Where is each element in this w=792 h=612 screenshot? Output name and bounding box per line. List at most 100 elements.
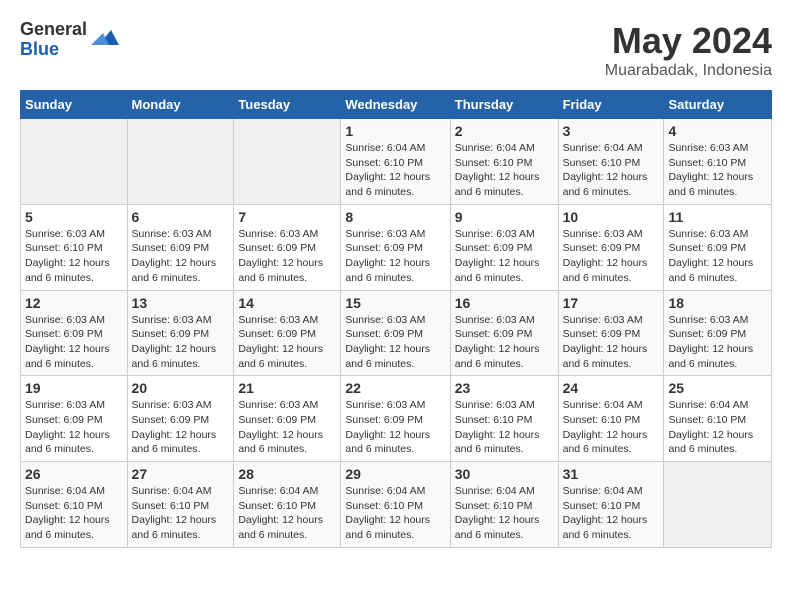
calendar-cell: 31Sunrise: 6:04 AM Sunset: 6:10 PM Dayli… [558, 462, 664, 548]
calendar-cell: 14 Sunrise: 6:03 AM Sunset: 6:09 PM Dayli… [234, 290, 341, 376]
calendar-cell: 17 Sunrise: 6:03 AM Sunset: 6:09 PM Dayli… [558, 290, 664, 376]
day-info: Sunrise: 6:03 AM Sunset: 6:09 PM Dayligh… [238, 313, 336, 372]
calendar-row-2: 12Sunrise: 6:03 AM Sunset: 6:09 PM Dayli… [21, 290, 772, 376]
calendar-cell [664, 462, 772, 548]
day-number: 7 [238, 209, 336, 225]
day-number: 28 [238, 466, 336, 482]
calendar-cell: 5Sunrise: 6:03 AM Sunset: 6:10 PM Daylig… [21, 204, 128, 290]
day-info: Sunrise: 6:04 AM Sunset: 6:10 PM Dayligh… [25, 484, 123, 543]
calendar-row-4: 26 Sunrise: 6:04 AM Sunset: 6:10 PM Dayli… [21, 462, 772, 548]
day-number: 8 [345, 209, 445, 225]
day-info: Sunrise: 6:03 AM Sunset: 6:09 PM Dayligh… [563, 313, 660, 372]
day-number: 26 [25, 466, 123, 482]
calendar-cell [234, 119, 341, 205]
day-info: Sunrise: 6:04 AM Sunset: 6:10 PM Dayligh… [132, 484, 230, 543]
title-block: May 2024 Muarabadak, Indonesia [605, 20, 772, 80]
day-number: 9 [455, 209, 554, 225]
logo-blue: Blue [20, 40, 87, 60]
calendar-cell: 19 Sunrise: 6:03 AM Sunset: 6:09 PM Dayli… [21, 376, 128, 462]
logo-general: General [20, 20, 87, 40]
day-info: Sunrise: 6:04 AM Sunset: 6:10 PM Dayligh… [563, 141, 660, 200]
header-saturday: Saturday [664, 91, 772, 119]
day-info: Sunrise: 6:03 AM Sunset: 6:09 PM Dayligh… [132, 313, 230, 372]
day-number: 17 [563, 295, 660, 311]
day-info: Sunrise: 6:03 AM Sunset: 6:10 PM Dayligh… [25, 227, 123, 286]
calendar-cell [21, 119, 128, 205]
calendar-cell: 10Sunrise: 6:03 AM Sunset: 6:09 PM Dayli… [558, 204, 664, 290]
header-thursday: Thursday [450, 91, 558, 119]
logo: General Blue [20, 20, 121, 60]
day-info: Sunrise: 6:03 AM Sunset: 6:09 PM Dayligh… [668, 313, 767, 372]
day-number: 25 [668, 380, 767, 396]
day-info: Sunrise: 6:04 AM Sunset: 6:10 PM Dayligh… [345, 141, 445, 200]
day-info: Sunrise: 6:03 AM Sunset: 6:10 PM Dayligh… [455, 398, 554, 457]
calendar-cell: 8 Sunrise: 6:03 AM Sunset: 6:09 PM Daylig… [341, 204, 450, 290]
day-number: 22 [345, 380, 445, 396]
day-number: 29 [345, 466, 445, 482]
day-info: Sunrise: 6:03 AM Sunset: 6:09 PM Dayligh… [132, 398, 230, 457]
calendar-cell: 22 Sunrise: 6:03 AM Sunset: 6:09 PM Dayli… [341, 376, 450, 462]
calendar-cell: 24Sunrise: 6:04 AM Sunset: 6:10 PM Dayli… [558, 376, 664, 462]
day-info: Sunrise: 6:04 AM Sunset: 6:10 PM Dayligh… [345, 484, 445, 543]
day-number: 19 [25, 380, 123, 396]
calendar-table: Sunday Monday Tuesday Wednesday Thursday… [20, 90, 772, 548]
day-number: 14 [238, 295, 336, 311]
calendar-cell: 2Sunrise: 6:04 AM Sunset: 6:10 PM Daylig… [450, 119, 558, 205]
day-info: Sunrise: 6:03 AM Sunset: 6:09 PM Dayligh… [563, 227, 660, 286]
calendar-cell: 29 Sunrise: 6:04 AM Sunset: 6:10 PM Dayli… [341, 462, 450, 548]
logo-icon [91, 25, 121, 55]
day-number: 1 [345, 123, 445, 139]
calendar-header: Sunday Monday Tuesday Wednesday Thursday… [21, 91, 772, 119]
day-info: Sunrise: 6:03 AM Sunset: 6:09 PM Dayligh… [345, 398, 445, 457]
header-monday: Monday [127, 91, 234, 119]
calendar-cell: 28Sunrise: 6:04 AM Sunset: 6:10 PM Dayli… [234, 462, 341, 548]
calendar-cell: 1 Sunrise: 6:04 AM Sunset: 6:10 PM Daylig… [341, 119, 450, 205]
header-wednesday: Wednesday [341, 91, 450, 119]
day-info: Sunrise: 6:03 AM Sunset: 6:10 PM Dayligh… [668, 141, 767, 200]
calendar-cell: 26 Sunrise: 6:04 AM Sunset: 6:10 PM Dayli… [21, 462, 128, 548]
calendar-row-1: 5Sunrise: 6:03 AM Sunset: 6:10 PM Daylig… [21, 204, 772, 290]
day-number: 13 [132, 295, 230, 311]
day-number: 16 [455, 295, 554, 311]
day-info: Sunrise: 6:03 AM Sunset: 6:09 PM Dayligh… [345, 313, 445, 372]
header-row: Sunday Monday Tuesday Wednesday Thursday… [21, 91, 772, 119]
day-number: 20 [132, 380, 230, 396]
day-number: 24 [563, 380, 660, 396]
calendar-cell: 3 Sunrise: 6:04 AM Sunset: 6:10 PM Daylig… [558, 119, 664, 205]
calendar-cell: 16Sunrise: 6:03 AM Sunset: 6:09 PM Dayli… [450, 290, 558, 376]
day-info: Sunrise: 6:03 AM Sunset: 6:09 PM Dayligh… [668, 227, 767, 286]
calendar-cell: 27 Sunrise: 6:04 AM Sunset: 6:10 PM Dayli… [127, 462, 234, 548]
day-number: 15 [345, 295, 445, 311]
day-info: Sunrise: 6:04 AM Sunset: 6:10 PM Dayligh… [563, 484, 660, 543]
day-number: 18 [668, 295, 767, 311]
calendar-body: 1 Sunrise: 6:04 AM Sunset: 6:10 PM Daylig… [21, 119, 772, 548]
day-number: 21 [238, 380, 336, 396]
calendar-row-0: 1 Sunrise: 6:04 AM Sunset: 6:10 PM Daylig… [21, 119, 772, 205]
day-number: 2 [455, 123, 554, 139]
calendar-cell: 25Sunrise: 6:04 AM Sunset: 6:10 PM Dayli… [664, 376, 772, 462]
calendar-cell: 9 Sunrise: 6:03 AM Sunset: 6:09 PM Daylig… [450, 204, 558, 290]
header-tuesday: Tuesday [234, 91, 341, 119]
calendar-cell: 6Sunrise: 6:03 AM Sunset: 6:09 PM Daylig… [127, 204, 234, 290]
calendar-cell: 7 Sunrise: 6:03 AM Sunset: 6:09 PM Daylig… [234, 204, 341, 290]
calendar-cell: 20 Sunrise: 6:03 AM Sunset: 6:09 PM Dayli… [127, 376, 234, 462]
calendar-cell: 15 Sunrise: 6:03 AM Sunset: 6:09 PM Dayli… [341, 290, 450, 376]
day-number: 4 [668, 123, 767, 139]
calendar-cell: 13 Sunrise: 6:03 AM Sunset: 6:09 PM Dayli… [127, 290, 234, 376]
calendar-cell: 21Sunrise: 6:03 AM Sunset: 6:09 PM Dayli… [234, 376, 341, 462]
header-friday: Friday [558, 91, 664, 119]
calendar-cell: 4 Sunrise: 6:03 AM Sunset: 6:10 PM Daylig… [664, 119, 772, 205]
day-number: 11 [668, 209, 767, 225]
day-info: Sunrise: 6:03 AM Sunset: 6:09 PM Dayligh… [25, 398, 123, 457]
day-info: Sunrise: 6:03 AM Sunset: 6:09 PM Dayligh… [455, 227, 554, 286]
day-info: Sunrise: 6:03 AM Sunset: 6:09 PM Dayligh… [345, 227, 445, 286]
day-number: 6 [132, 209, 230, 225]
day-number: 27 [132, 466, 230, 482]
month-year-title: May 2024 [605, 20, 772, 62]
calendar-cell: 11 Sunrise: 6:03 AM Sunset: 6:09 PM Dayli… [664, 204, 772, 290]
location-subtitle: Muarabadak, Indonesia [605, 62, 772, 80]
day-info: Sunrise: 6:04 AM Sunset: 6:10 PM Dayligh… [455, 484, 554, 543]
header-sunday: Sunday [21, 91, 128, 119]
day-number: 3 [563, 123, 660, 139]
day-info: Sunrise: 6:03 AM Sunset: 6:09 PM Dayligh… [238, 227, 336, 286]
